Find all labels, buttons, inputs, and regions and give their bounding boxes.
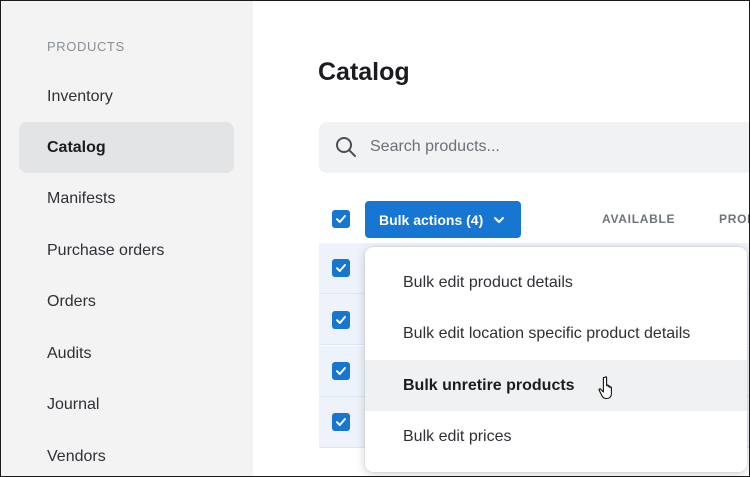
menu-item-bulk-edit-product-details[interactable]: Bulk edit product details	[365, 257, 747, 308]
chevron-down-icon	[494, 217, 504, 223]
sidebar-heading: PRODUCTS	[47, 39, 125, 54]
checkmark-icon	[336, 367, 346, 375]
menu-item-bulk-edit-prices[interactable]: Bulk edit prices	[365, 411, 747, 462]
sidebar-item-vendors[interactable]: Vendors	[19, 431, 234, 476]
sidebar-item-catalog[interactable]: Catalog	[19, 122, 234, 173]
sidebar: PRODUCTS Inventory Catalog Manifests Pur…	[1, 1, 253, 476]
sidebar-item-journal[interactable]: Journal	[19, 379, 234, 430]
bulk-actions-menu: Bulk edit product details Bulk edit loca…	[365, 247, 747, 472]
checkmark-icon	[336, 418, 346, 426]
select-all-checkbox[interactable]	[332, 210, 350, 228]
menu-item-bulk-edit-location-details[interactable]: Bulk edit location specific product deta…	[365, 308, 747, 359]
search-input[interactable]	[370, 135, 730, 159]
column-header-available[interactable]: AVAILABLE	[602, 212, 675, 226]
bulk-actions-label: Bulk actions (4)	[379, 211, 484, 228]
sidebar-item-inventory[interactable]: Inventory	[19, 71, 234, 122]
row-checkbox[interactable]	[332, 259, 350, 277]
checkmark-icon	[336, 316, 346, 324]
hand-cursor-icon	[598, 376, 612, 400]
column-header-product[interactable]: PROD	[719, 212, 749, 226]
row-checkbox[interactable]	[332, 362, 350, 380]
menu-item-bulk-unretire-products[interactable]: Bulk unretire products	[365, 360, 747, 411]
app-window: PRODUCTS Inventory Catalog Manifests Pur…	[0, 0, 750, 477]
sidebar-item-manifests[interactable]: Manifests	[19, 173, 234, 224]
row-checkbox[interactable]	[332, 311, 350, 329]
sidebar-item-audits[interactable]: Audits	[19, 328, 234, 379]
checkmark-icon	[336, 264, 346, 272]
row-checkbox[interactable]	[332, 413, 350, 431]
sidebar-item-orders[interactable]: Orders	[19, 276, 234, 327]
sidebar-item-purchase-orders[interactable]: Purchase orders	[19, 225, 234, 276]
checkmark-icon	[336, 215, 346, 223]
page-title: Catalog	[318, 58, 410, 86]
search-icon	[336, 137, 356, 157]
